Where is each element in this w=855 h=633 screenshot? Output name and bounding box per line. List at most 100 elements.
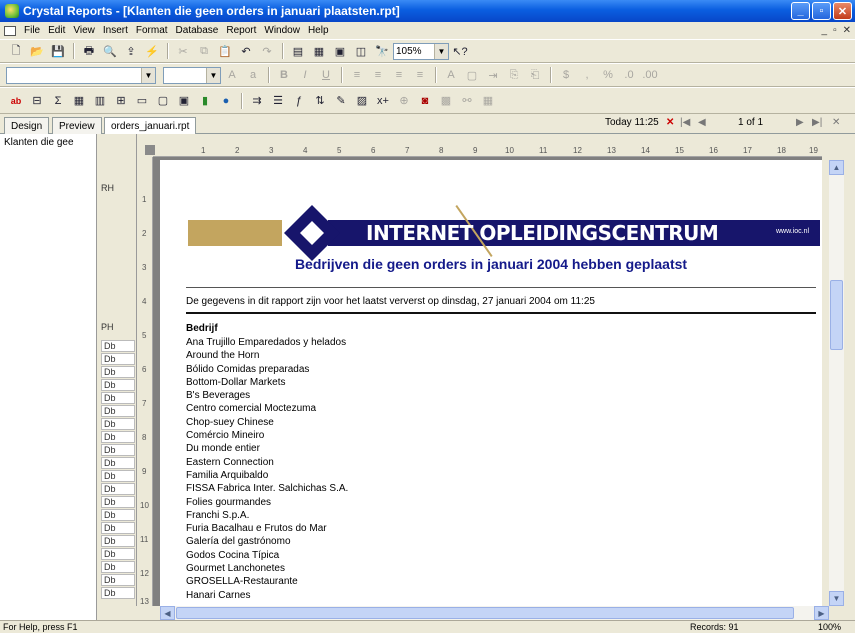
section-label-db[interactable]: Db — [101, 353, 135, 365]
menu-insert[interactable]: Insert — [99, 25, 132, 36]
table-row[interactable]: Bólido Comidas preparadas — [186, 363, 348, 376]
previous-page-icon[interactable]: ◀ — [698, 117, 706, 128]
underline-icon[interactable]: U — [316, 66, 336, 84]
table-row[interactable]: Centro comercial Moctezuma — [186, 402, 348, 415]
table-row[interactable]: Folies gourmandes — [186, 496, 348, 509]
field-explorer-icon[interactable]: ▣ — [330, 42, 350, 60]
save-icon[interactable]: 💾 — [48, 42, 68, 60]
menu-edit[interactable]: Edit — [44, 25, 69, 36]
align-center-icon[interactable]: ≡ — [368, 66, 388, 84]
report-options-icon[interactable]: ▦ — [478, 92, 498, 110]
table-row[interactable]: Du monde entier — [186, 442, 348, 455]
lock-size-icon[interactable]: ⎗ — [525, 66, 545, 84]
report-refresh-note[interactable]: De gegevens in dit rapport zijn voor het… — [186, 296, 595, 307]
insert-chart-icon[interactable]: ▮ — [195, 92, 215, 110]
open-icon[interactable]: 📂 — [27, 42, 47, 60]
table-row[interactable]: Galería del gastrónomo — [186, 535, 348, 548]
document-icon[interactable] — [4, 25, 16, 36]
font-color-icon[interactable]: A — [441, 66, 461, 84]
print-icon[interactable]: 🖶 — [79, 42, 99, 60]
decrease-decimals-icon[interactable]: .00 — [640, 66, 660, 84]
section-label-db[interactable]: Db — [101, 535, 135, 547]
restore-button[interactable]: ▫ — [812, 2, 831, 20]
table-row[interactable]: Franchi S.p.A. — [186, 509, 348, 522]
print-preview-icon[interactable]: 🔍 — [100, 42, 120, 60]
zoom-combo[interactable]: 105% ▼ — [393, 42, 449, 60]
insert-box-icon[interactable]: ▢ — [153, 92, 173, 110]
table-row[interactable]: Around the Horn — [186, 349, 348, 362]
menu-window[interactable]: Window — [260, 25, 304, 36]
menu-view[interactable]: View — [69, 25, 99, 36]
menu-report[interactable]: Report — [222, 25, 260, 36]
highlighting-expert-icon[interactable]: ▨ — [352, 92, 372, 110]
mdi-minimize-button[interactable]: _ — [822, 25, 828, 36]
database-expert-icon[interactable]: ◙ — [415, 92, 435, 110]
redo-icon[interactable]: ↷ — [257, 42, 277, 60]
formula-editor-icon[interactable]: x+ — [373, 92, 393, 110]
font-size-combo[interactable]: ▼ — [163, 66, 221, 84]
table-row[interactable]: Familia Arquibaldo — [186, 469, 348, 482]
section-label-db[interactable]: Db — [101, 405, 135, 417]
minimize-button[interactable]: _ — [791, 2, 810, 20]
section-label-db[interactable]: Db — [101, 483, 135, 495]
scroll-down-icon[interactable]: ▼ — [829, 591, 844, 606]
menu-file[interactable]: File — [20, 25, 44, 36]
menu-database[interactable]: Database — [172, 25, 223, 36]
sort-expert-icon[interactable]: ⇅ — [310, 92, 330, 110]
increase-decimals-icon[interactable]: .0 — [619, 66, 639, 84]
insert-line-icon[interactable]: ▭ — [132, 92, 152, 110]
section-label-db[interactable]: Db — [101, 379, 135, 391]
section-label-db[interactable]: Db — [101, 340, 135, 352]
insert-summary-icon[interactable]: Σ — [48, 92, 68, 110]
tab-file[interactable]: orders_januari.rpt — [104, 117, 197, 134]
section-label-db[interactable]: Db — [101, 444, 135, 456]
close-view-icon[interactable]: ✕ — [832, 117, 840, 128]
section-label-db[interactable]: Db — [101, 470, 135, 482]
section-label-db[interactable]: Db — [101, 574, 135, 586]
crystal-reports-app-icon[interactable] — [5, 4, 19, 18]
cut-icon[interactable]: ✂ — [173, 42, 193, 60]
select-expert-icon[interactable]: ☰ — [268, 92, 288, 110]
font-shrink-icon[interactable]: a — [243, 66, 263, 84]
section-label-db[interactable]: Db — [101, 548, 135, 560]
mdi-close-button[interactable]: ✕ — [843, 25, 851, 36]
report-title[interactable]: Bedrijven die geen orders in januari 200… — [160, 256, 822, 272]
currency-icon[interactable]: $ — [556, 66, 576, 84]
section-label-db[interactable]: Db — [101, 496, 135, 508]
first-page-icon[interactable]: |◀ — [680, 117, 690, 128]
chevron-down-icon[interactable]: ▼ — [434, 43, 448, 59]
section-label-db[interactable]: Db — [101, 392, 135, 404]
column-header-bedrijf[interactable]: Bedrijf — [186, 323, 218, 334]
table-row[interactable]: FISSA Fabrica Inter. Salchichas S.A. — [186, 482, 348, 495]
close-button[interactable]: ✕ — [833, 2, 852, 20]
template-expert-icon[interactable]: ✎ — [331, 92, 351, 110]
insert-group-icon[interactable]: ⊟ — [27, 92, 47, 110]
vertical-scroll-thumb[interactable] — [830, 280, 843, 350]
scroll-left-icon[interactable]: ◀ — [160, 606, 175, 620]
section-label-db[interactable]: Db — [101, 366, 135, 378]
vertical-scrollbar[interactable]: ▲ ▼ — [829, 160, 844, 606]
new-icon[interactable]: 🗋 — [6, 42, 26, 60]
find-icon[interactable]: 🔭 — [372, 42, 392, 60]
stop-icon[interactable]: ✕ — [666, 117, 674, 128]
help-icon[interactable]: ↖? — [450, 42, 470, 60]
table-row[interactable]: Hanari Carnes — [186, 589, 348, 602]
refresh-icon[interactable]: ⚡ — [142, 42, 162, 60]
insert-olap-icon[interactable]: ▥ — [90, 92, 110, 110]
table-row[interactable]: Godos Cocina Típica — [186, 549, 348, 562]
horizontal-scroll-thumb[interactable] — [176, 607, 794, 619]
percent-icon[interactable]: % — [598, 66, 618, 84]
section-label-db[interactable]: Db — [101, 418, 135, 430]
align-right-icon[interactable]: ≡ — [389, 66, 409, 84]
toggle-field-view-icon[interactable]: ▤ — [288, 42, 308, 60]
section-label-db[interactable]: Db — [101, 457, 135, 469]
insert-text-icon[interactable]: ab — [6, 92, 26, 110]
font-name-combo[interactable]: ▼ — [6, 66, 156, 84]
paste-icon[interactable]: 📋 — [215, 42, 235, 60]
bold-icon[interactable]: B — [274, 66, 294, 84]
font-grow-icon[interactable]: A — [222, 66, 242, 84]
next-page-icon[interactable]: ▶ — [796, 117, 804, 128]
section-label-db[interactable]: Db — [101, 509, 135, 521]
table-row[interactable]: Chop-suey Chinese — [186, 416, 348, 429]
formula-workshop-icon[interactable]: ƒ — [289, 92, 309, 110]
